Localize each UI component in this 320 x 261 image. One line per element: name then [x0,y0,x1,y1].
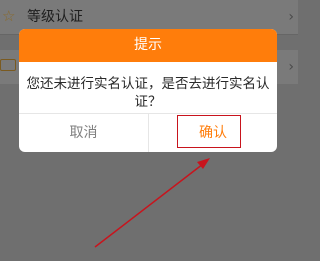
card-icon [0,59,16,71]
chevron-right-icon: › [288,9,294,25]
star-outline-icon: ☆ [2,7,16,25]
cancel-button[interactable]: 取消 [19,114,148,152]
level-certification-label: 等级认证 [27,9,83,25]
dialog-message: 您还未进行实名认证，是否去进行实名认证？ [26,76,270,110]
real-name-verification-dialog: 提示 您还未进行实名认证，是否去进行实名认证？ 取消 确认 [19,29,277,152]
confirm-button[interactable]: 确认 [149,114,277,152]
dialog-title: 提示 [19,29,277,62]
chevron-right-icon: › [288,59,294,75]
